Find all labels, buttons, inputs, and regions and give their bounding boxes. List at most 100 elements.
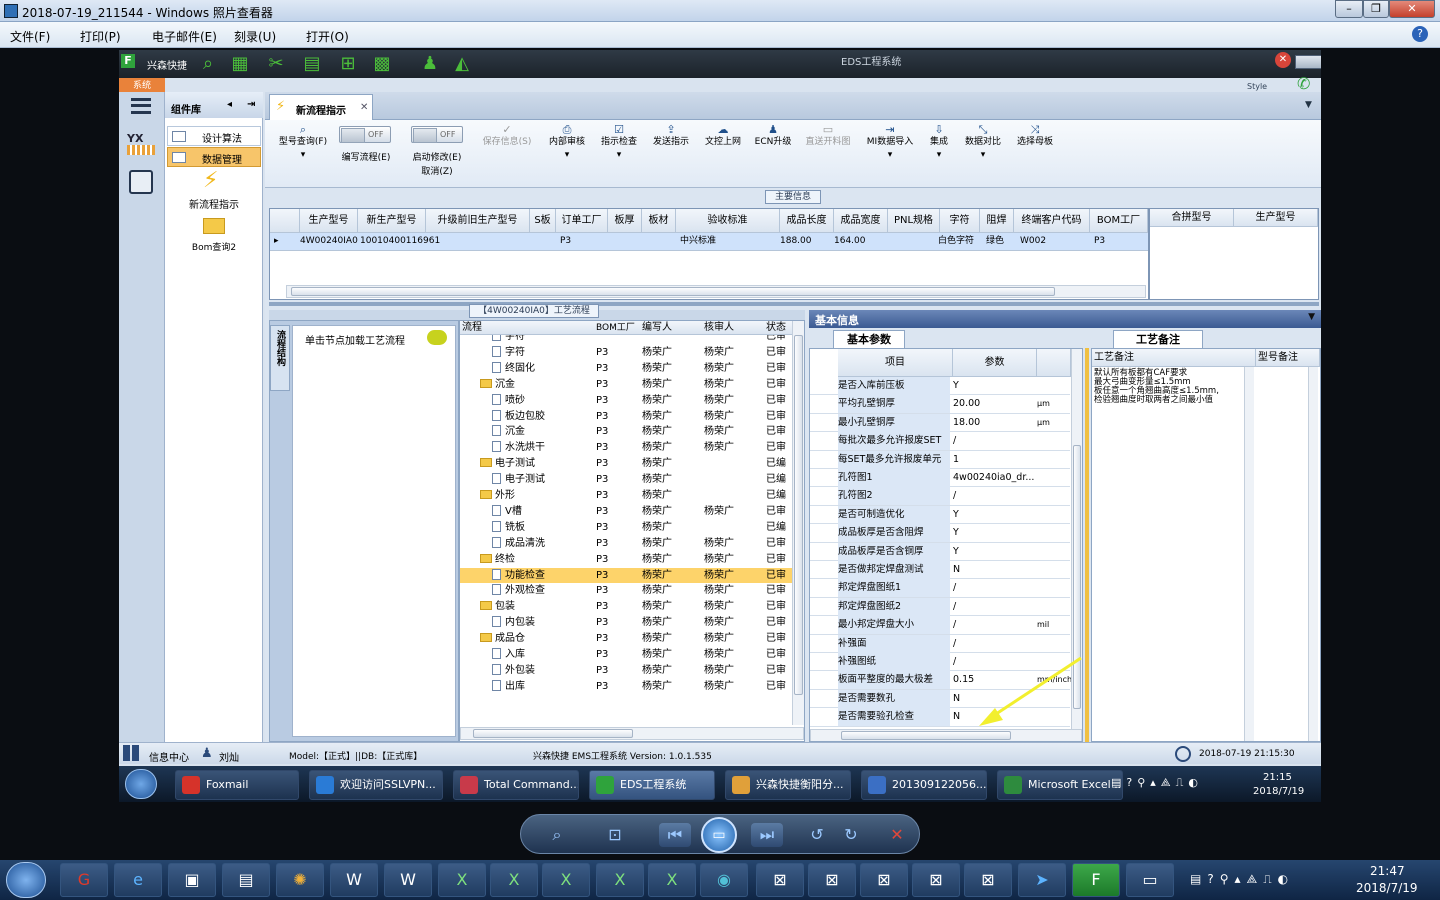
structure-tab[interactable]: 流程结构 <box>270 325 290 391</box>
menu-print[interactable]: 打印(P) <box>80 28 121 45</box>
shell-icon[interactable]: ✺ <box>276 863 324 897</box>
grid-header[interactable]: 板材 <box>642 209 676 233</box>
excel-icon[interactable]: X <box>648 863 696 897</box>
notes-header[interactable]: 型号备注 <box>1256 349 1320 367</box>
params-header-value[interactable]: 参数 <box>953 349 1037 377</box>
param-value[interactable]: Y <box>953 543 1035 561</box>
integrate-button[interactable]: ⇩ 集成 ▾ <box>921 124 957 162</box>
param-value[interactable]: / <box>953 432 1035 450</box>
cancel-button[interactable]: 取消(Z) <box>405 164 469 177</box>
grid-header[interactable]: 板厚 <box>608 209 642 233</box>
tree-row[interactable]: 终固化 P3 杨荣广 杨荣广 已审 <box>460 361 792 377</box>
tree-row[interactable]: 铣板 P3 杨荣广 已编 <box>460 520 792 536</box>
tree-row[interactable]: 功能检查 P3 杨荣广 杨荣广 已审 <box>460 567 792 584</box>
param-value[interactable]: Y <box>953 377 1035 395</box>
foxmail-icon[interactable]: G <box>60 863 108 897</box>
tray-icons[interactable]: ▤?⚲▴⟁⎍◐ <box>1190 872 1294 887</box>
tree-header[interactable]: 状态 <box>762 321 792 335</box>
grid-header[interactable]: 生产型号 <box>300 209 358 233</box>
param-row[interactable]: 成品板厚是否含阻焊 Y <box>810 524 1070 543</box>
save-info-button[interactable]: ✓ 保存信息(S) <box>475 124 539 149</box>
tab-process-notes[interactable]: 工艺备注 <box>1113 330 1203 348</box>
start-modify-toggle[interactable]: OFF <box>411 126 463 143</box>
tree-header[interactable]: 编写人 <box>638 321 700 335</box>
select-master-board-button[interactable]: ⤨ 选择母板 <box>1011 124 1059 149</box>
tree-horizontal-scrollbar[interactable] <box>460 727 804 740</box>
excel-window-icon[interactable]: ⊠ <box>912 863 960 897</box>
param-value[interactable]: 4w00240ia0_dr... <box>953 469 1035 487</box>
tree-row[interactable]: 外包装 P3 杨荣广 杨荣广 已审 <box>460 663 792 679</box>
tree-row[interactable]: 字符 已审 <box>460 335 792 345</box>
taskbar-item[interactable]: 201309122056... <box>861 770 987 800</box>
param-row[interactable]: 孔符图2/ <box>810 487 1070 506</box>
minimize-button[interactable]: – <box>1335 0 1363 18</box>
excel-window-icon[interactable]: ⊠ <box>964 863 1012 897</box>
hamburger-menu-icon[interactable] <box>131 98 151 114</box>
excel-window-icon[interactable]: ⊠ <box>860 863 908 897</box>
notes-scrollbar[interactable] <box>1244 367 1254 741</box>
shortcut-new-flow[interactable]: 新流程指示 <box>165 196 263 211</box>
grid-header[interactable]: 订单工厂 <box>556 209 608 233</box>
close-icon[interactable]: ✕ <box>1275 52 1291 68</box>
phone-icon[interactable]: ✆ <box>1297 74 1310 93</box>
param-value[interactable]: Y <box>953 524 1035 542</box>
excel-icon[interactable]: X <box>490 863 538 897</box>
tree-header[interactable]: 核审人 <box>700 321 762 335</box>
grid-header[interactable]: 合拼型号 <box>1150 209 1234 227</box>
tree-vertical-scrollbar[interactable] <box>792 321 804 725</box>
tree-row[interactable]: 沉金 P3 杨荣广 杨荣广 已审 <box>460 424 792 440</box>
menu-open[interactable]: 打开(O) <box>306 28 349 45</box>
param-row[interactable]: 成品板厚是否含铜厚 Y <box>810 542 1070 561</box>
eds-icon[interactable]: F <box>1072 863 1120 897</box>
calculator-icon[interactable]: ▦ <box>229 53 251 75</box>
maximize-button[interactable]: ❐ <box>1363 0 1389 18</box>
taskbar-item[interactable]: 欢迎访问SSLVPN... <box>309 770 443 800</box>
film-icon[interactable]: ▤ <box>301 53 323 75</box>
param-value[interactable]: Y <box>953 506 1035 524</box>
instruction-check-button[interactable]: ☑ 指示检查 ▾ <box>595 124 643 162</box>
system-tab[interactable]: 系统 <box>119 78 165 92</box>
ie-icon[interactable]: e <box>114 863 162 897</box>
grid-header[interactable]: BOM工厂 <box>1090 209 1148 233</box>
tree-row[interactable]: 喷砂 P3 杨荣广 杨荣广 已审 <box>460 393 792 409</box>
search-icon[interactable]: ⌕ <box>197 53 219 75</box>
chevron-down-icon[interactable]: ▼ <box>1305 100 1312 110</box>
param-row[interactable]: 是否做邦定焊盘测试 N <box>810 561 1070 580</box>
viewer-icon[interactable]: ◉ <box>700 863 748 897</box>
grid-header[interactable]: 验收标准 <box>676 209 780 233</box>
param-row[interactable]: 邦定焊盘图纸2/ <box>810 597 1070 617</box>
param-row[interactable]: 孔符图1 4w00240ia0_dr... <box>810 469 1070 488</box>
param-row[interactable]: 是否入库前压板 Y <box>810 377 1070 396</box>
menu-file[interactable]: 文件(F) <box>10 28 50 45</box>
start-button[interactable] <box>125 769 157 799</box>
taskbar-item[interactable]: 兴森快捷衡阳分... <box>725 770 851 800</box>
chart-icon[interactable]: ◭ <box>451 53 473 75</box>
component-design-algorithm[interactable]: 设计算法 <box>167 126 261 146</box>
delete-icon[interactable]: ✕ <box>885 823 909 847</box>
params-header-unit[interactable] <box>1037 349 1071 377</box>
param-value[interactable]: / <box>953 598 1035 616</box>
excel-window-icon[interactable]: ⊠ <box>808 863 856 897</box>
tree-row[interactable]: 终检 P3 杨荣广 杨荣广 已审 <box>460 552 792 568</box>
tree-row[interactable]: 沉金 P3 杨荣广 杨荣广 已审 <box>460 377 792 393</box>
tree-row[interactable]: 内包装 P3 杨荣广 杨荣广 已审 <box>460 615 792 631</box>
tree-row[interactable]: 外观检查 P3 杨荣广 杨荣广 已审 <box>460 583 792 599</box>
tab-close-icon[interactable]: ✕ <box>360 102 368 113</box>
shortcut-bom-query[interactable]: Bom查询2 <box>165 240 263 253</box>
excel-icon[interactable]: X <box>438 863 486 897</box>
grid-header[interactable]: 升级前旧生产型号 <box>426 209 530 233</box>
param-value[interactable]: 18.00 <box>953 414 1035 432</box>
rotate-left-icon[interactable]: ↺ <box>805 823 829 847</box>
excel-icon[interactable]: X <box>596 863 644 897</box>
scissors-icon[interactable]: ✂ <box>265 53 287 75</box>
rotate-right-icon[interactable]: ↻ <box>839 823 863 847</box>
taskbar-item[interactable]: Microsoft Excel ... <box>997 770 1123 800</box>
close-button[interactable]: ✕ <box>1389 0 1435 18</box>
tree-header[interactable]: 流程 <box>460 321 594 335</box>
mi-import-button[interactable]: ⇥ MI数据导入 ▾ <box>861 124 919 162</box>
calculator-module-icon[interactable] <box>129 170 153 194</box>
excel-window-icon[interactable]: ⊠ <box>756 863 804 897</box>
grid-header[interactable]: 成品宽度 <box>834 209 888 233</box>
tree-row[interactable]: 出库 P3 杨荣广 杨荣广 已审 <box>460 679 792 695</box>
table-row[interactable]: ▸ 4W00240IA0 10010400116961 P3 中兴标准 188.… <box>270 233 1148 251</box>
